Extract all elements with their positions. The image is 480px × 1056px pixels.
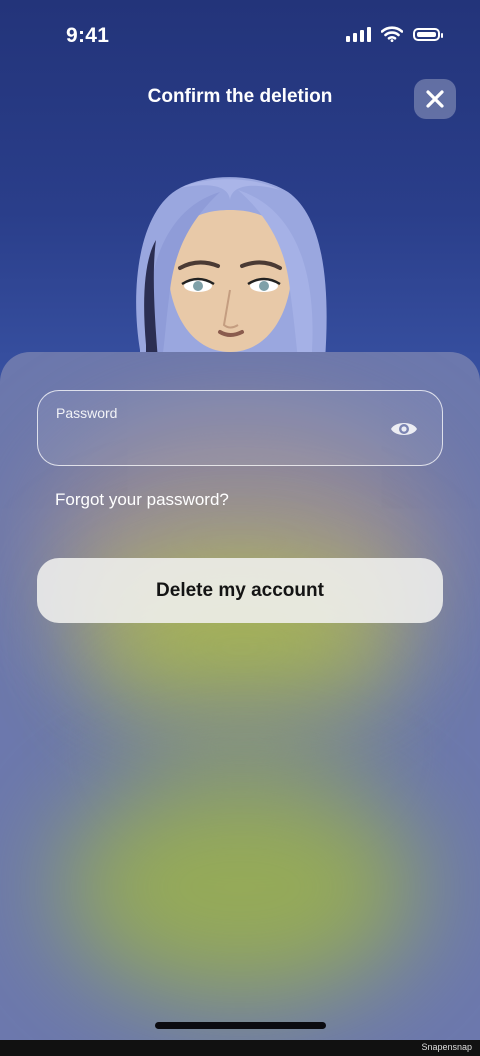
bottom-sheet: Password Forgot your password? Delete my…	[0, 352, 480, 1056]
forgot-password-link[interactable]: Forgot your password?	[55, 490, 229, 510]
eye-icon[interactable]	[390, 418, 418, 440]
password-input[interactable]	[54, 427, 378, 457]
wifi-icon	[381, 26, 403, 42]
status-icons	[346, 26, 443, 42]
delete-account-button[interactable]: Delete my account	[37, 558, 443, 623]
home-indicator[interactable]	[155, 1022, 326, 1029]
battery-icon	[413, 27, 443, 41]
password-field[interactable]: Password	[37, 390, 443, 466]
close-button[interactable]	[414, 79, 456, 119]
footer-bar: Snapensnap	[0, 1040, 480, 1056]
cellular-signal-icon	[346, 26, 371, 42]
password-label: Password	[56, 405, 118, 421]
watermark-text: Snapensnap	[421, 1042, 472, 1052]
status-bar: 9:41	[0, 0, 480, 72]
status-time: 9:41	[66, 24, 110, 47]
avatar-illustration	[136, 177, 327, 360]
page-title: Confirm the deletion	[147, 86, 333, 107]
close-icon	[426, 90, 444, 108]
